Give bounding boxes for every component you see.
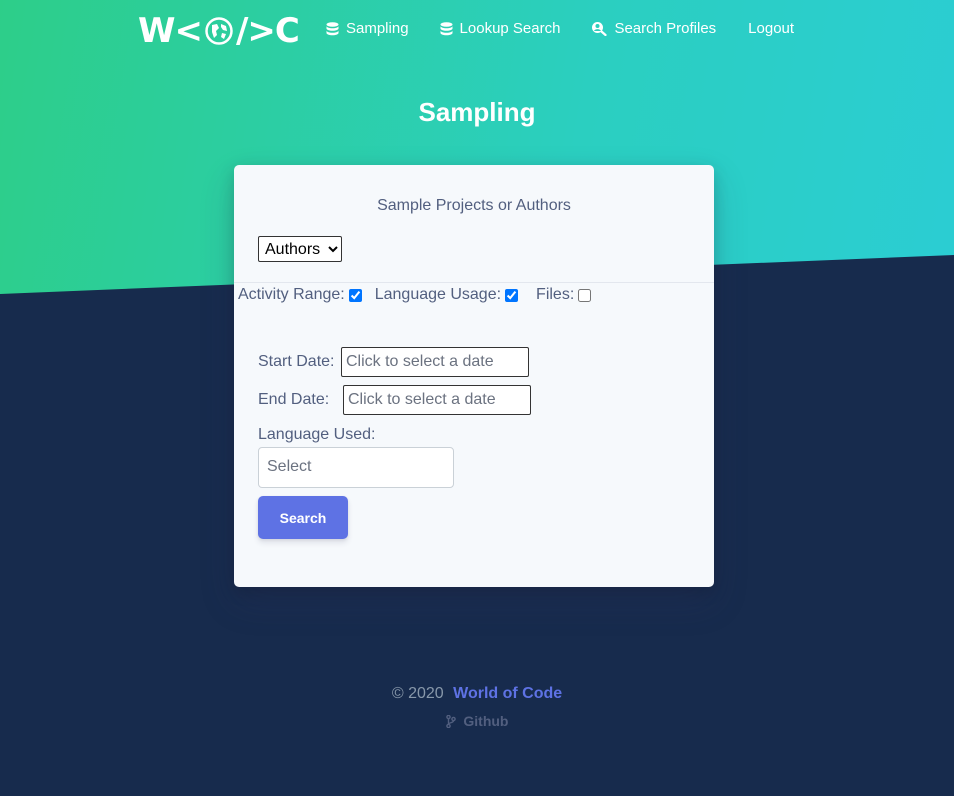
- files-checkbox[interactable]: [578, 288, 592, 302]
- start-date-input[interactable]: [341, 347, 529, 377]
- activity-range-checkbox[interactable]: [348, 288, 362, 302]
- database-icon: [326, 21, 339, 35]
- nav-item-label: Lookup Search: [459, 20, 561, 37]
- language-usage-option[interactable]: Language Usage:: [374, 286, 519, 304]
- copyright-text: © 2020: [391, 685, 444, 702]
- navbar: W< />C Sampling Lookup Search Search Pro…: [0, 0, 954, 62]
- language-select[interactable]: Select: [258, 447, 454, 488]
- nav-item-label: Logout: [748, 20, 795, 37]
- nav-item-lookup-search[interactable]: Lookup Search: [440, 20, 561, 37]
- database-icon: [440, 21, 453, 35]
- logo[interactable]: W< />C: [138, 11, 300, 51]
- language-select-placeholder: Select: [267, 458, 312, 475]
- page-title: Sampling: [418, 97, 536, 127]
- logo-text-right: />C: [236, 11, 300, 51]
- logo-text-left: W<: [138, 11, 203, 51]
- nav-item-logout[interactable]: Logout: [748, 20, 794, 37]
- language-usage-label: Language Usage:: [374, 286, 502, 303]
- files-label: Files:: [536, 286, 575, 303]
- sampling-form-card: Sample Projects or Authors Authors Activ…: [234, 165, 714, 587]
- filter-checkboxes: Activity Range: Language Usage: Files:: [238, 286, 592, 304]
- start-date-label: Start Date:: [258, 353, 335, 370]
- nav-item-label: Search Profiles: [614, 20, 717, 37]
- nav-item-sampling[interactable]: Sampling: [326, 20, 409, 37]
- nav-menu: Sampling Lookup Search Search Profiles L…: [326, 20, 794, 37]
- search-button[interactable]: Search: [258, 496, 348, 539]
- footer-copyright: © 2020 World of Code: [0, 685, 954, 703]
- language-usage-checkbox[interactable]: [505, 288, 519, 302]
- globe-icon: [205, 17, 233, 45]
- github-link[interactable]: Github: [0, 713, 954, 729]
- form-subtitle: Sample Projects or Authors: [377, 197, 571, 214]
- nav-item-search-profiles[interactable]: Search Profiles: [591, 20, 716, 37]
- activity-range-option[interactable]: Activity Range:: [238, 286, 362, 304]
- user-search-icon: [592, 22, 608, 36]
- git-branch-icon: [445, 714, 456, 729]
- end-date-label: End Date:: [258, 391, 330, 408]
- divider: [234, 282, 714, 283]
- end-date-input[interactable]: [343, 385, 531, 415]
- activity-range-label: Activity Range:: [238, 286, 345, 303]
- sample-type-select[interactable]: Authors: [258, 236, 342, 262]
- world-of-code-link[interactable]: World of Code: [453, 685, 562, 702]
- files-option[interactable]: Files:: [536, 286, 592, 304]
- language-used-label: Language Used:: [258, 426, 376, 443]
- github-label: Github: [463, 713, 509, 729]
- nav-item-label: Sampling: [346, 20, 409, 37]
